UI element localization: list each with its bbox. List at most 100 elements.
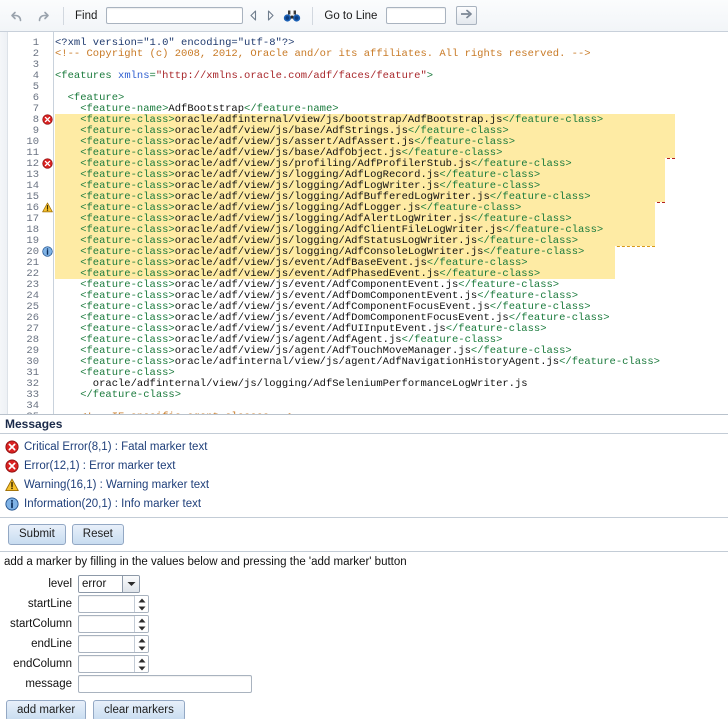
form-action-buttons: Submit Reset: [0, 518, 728, 551]
editor-gutter[interactable]: 1 2 3 4 5 6 7 8 9 10 11 12 13 14 15 16 17 18 19 20 21 22 23 24 2…: [9, 32, 54, 414]
level-label: level: [48, 578, 72, 590]
redo-arrow-icon[interactable]: [32, 5, 54, 27]
code-token-tag: >: [426, 70, 434, 82]
code-token-comment: <!-- Copyright (c) 2008, 2012, Oracle an…: [55, 48, 591, 60]
code-token-val: "http://xmlns.oracle.com/adf/faces/featu…: [155, 70, 427, 82]
editor-toolbar: Find Go to Line: [0, 0, 728, 32]
info-icon: [4, 496, 19, 511]
messages-header: Messages: [0, 415, 728, 434]
message-text: Warning(16,1) : Warning marker text: [24, 478, 210, 491]
endcolumn-input[interactable]: [79, 656, 134, 672]
warning-icon: [4, 477, 19, 492]
form-row-endline: endLine: [0, 634, 252, 654]
code-line: <!-- IE-specific agent classes -->: [55, 411, 294, 415]
next-triangle-icon[interactable]: [264, 6, 277, 26]
prev-triangle-icon[interactable]: [247, 6, 260, 26]
startcolumn-input[interactable]: [79, 616, 134, 632]
startline-label: startLine: [27, 598, 72, 610]
reset-button[interactable]: Reset: [71, 524, 124, 545]
stepper-down-icon[interactable]: [135, 644, 148, 652]
stepper-buttons[interactable]: [134, 636, 148, 652]
startcolumn-label: startColumn: [10, 618, 72, 630]
add-marker-button[interactable]: add marker: [6, 700, 87, 719]
code-token-comment: <!-- IE-specific agent classes -->: [55, 411, 294, 415]
find-label: Find: [75, 9, 98, 22]
endline-stepper[interactable]: [78, 635, 149, 653]
message-row[interactable]: Warning(16,1) : Warning marker text: [4, 475, 728, 494]
code-line: <!-- Copyright (c) 2008, 2012, Oracle an…: [55, 49, 591, 60]
marker-form-message-row: message: [0, 674, 252, 694]
submit-button[interactable]: Submit: [8, 524, 66, 545]
stepper-buttons[interactable]: [134, 596, 148, 612]
level-select-value: error: [79, 576, 122, 592]
form-row-level: level error: [0, 574, 252, 594]
marker-form-buttons: add marker clear markers: [0, 694, 728, 719]
endline-input[interactable]: [79, 636, 134, 652]
binoculars-icon[interactable]: [281, 5, 303, 27]
line-number: 35: [26, 412, 39, 415]
endcolumn-label: endColumn: [13, 658, 72, 670]
message-cell: [78, 674, 252, 694]
marker-form-spinner-rows: startLine startColumn endLine endColumn: [0, 594, 252, 674]
info-icon[interactable]: [42, 246, 53, 257]
message-text: Critical Error(8,1) : Fatal marker text: [24, 440, 208, 453]
goto-line-label: Go to Line: [324, 9, 378, 22]
stepper-buttons[interactable]: [134, 616, 148, 632]
code-token-tag: </feature-class>: [559, 356, 660, 368]
code-line: <features xmlns="http://xmlns.oracle.com…: [55, 71, 433, 82]
message-text: Information(20,1) : Info marker text: [24, 497, 202, 510]
startline-input[interactable]: [79, 596, 134, 612]
message-row[interactable]: Information(20,1) : Info marker text: [4, 494, 728, 513]
marker-form-body: level error: [0, 574, 252, 594]
messages-list: Critical Error(8,1) : Fatal marker text E…: [0, 434, 728, 518]
endcolumn-stepper[interactable]: [78, 655, 149, 673]
stepper-up-icon[interactable]: [135, 636, 148, 644]
code-editor[interactable]: 1 2 3 4 5 6 7 8 9 10 11 12 13 14 15 16 17 18 19 20 21 22 23 24 2…: [0, 32, 728, 415]
startcolumn-stepper[interactable]: [78, 615, 149, 633]
message-row[interactable]: Error(12,1) : Error marker text: [4, 456, 728, 475]
stepper-up-icon[interactable]: [135, 616, 148, 624]
stepper-down-icon[interactable]: [135, 624, 148, 632]
stepper-up-icon[interactable]: [135, 596, 148, 604]
message-text: Error(12,1) : Error marker text: [24, 459, 176, 472]
arrow-right-icon: [460, 9, 473, 22]
code-line: </feature-class>: [55, 390, 181, 401]
message-row[interactable]: Critical Error(8,1) : Fatal marker text: [4, 437, 728, 456]
error-icon: [4, 439, 19, 454]
stepper-buttons[interactable]: [134, 656, 148, 672]
toolbar-divider-1: [63, 6, 64, 25]
editor-left-margin: [0, 32, 8, 414]
error-icon: [4, 458, 19, 473]
stepper-down-icon[interactable]: [135, 604, 148, 612]
error-icon[interactable]: [42, 158, 53, 169]
startline-cell: [78, 594, 252, 614]
message-input[interactable]: [78, 675, 252, 693]
stepper-down-icon[interactable]: [135, 664, 148, 672]
code-token-tag: <features: [55, 70, 119, 82]
undo-arrow-icon[interactable]: [6, 5, 28, 27]
toolbar-divider-2: [312, 6, 314, 25]
editor-code-area[interactable]: <?xml version="1.0" encoding="utf-8"?> <!…: [55, 32, 728, 414]
startline-stepper[interactable]: [78, 595, 149, 613]
clear-markers-button[interactable]: clear markers: [93, 700, 185, 719]
chevron-down-icon[interactable]: [122, 576, 139, 592]
startcolumn-cell: [78, 614, 252, 634]
find-input[interactable]: [106, 7, 244, 24]
level-select[interactable]: error: [78, 575, 140, 593]
form-row-startline: startLine: [0, 594, 252, 614]
stepper-up-icon[interactable]: [135, 656, 148, 664]
endcolumn-cell: [78, 654, 252, 674]
code-token-attr: xmlns: [118, 70, 150, 82]
form-row-message: message: [0, 674, 252, 694]
form-row-startcolumn: startColumn: [0, 614, 252, 634]
marker-form: level error startLine startColumn endLine e…: [0, 574, 252, 694]
message-label: message: [25, 678, 72, 690]
level-cell: error: [78, 574, 252, 594]
goto-line-go-button[interactable]: [456, 6, 478, 25]
code-token-tag: </feature-class>: [55, 389, 182, 401]
code-token-text: oracle/adfinternal/view/js/agent/AdfNavi…: [174, 356, 560, 368]
endline-label: endLine: [31, 638, 72, 650]
goto-line-input[interactable]: [386, 7, 447, 24]
error-icon[interactable]: [42, 114, 53, 125]
warning-icon[interactable]: [42, 202, 53, 213]
